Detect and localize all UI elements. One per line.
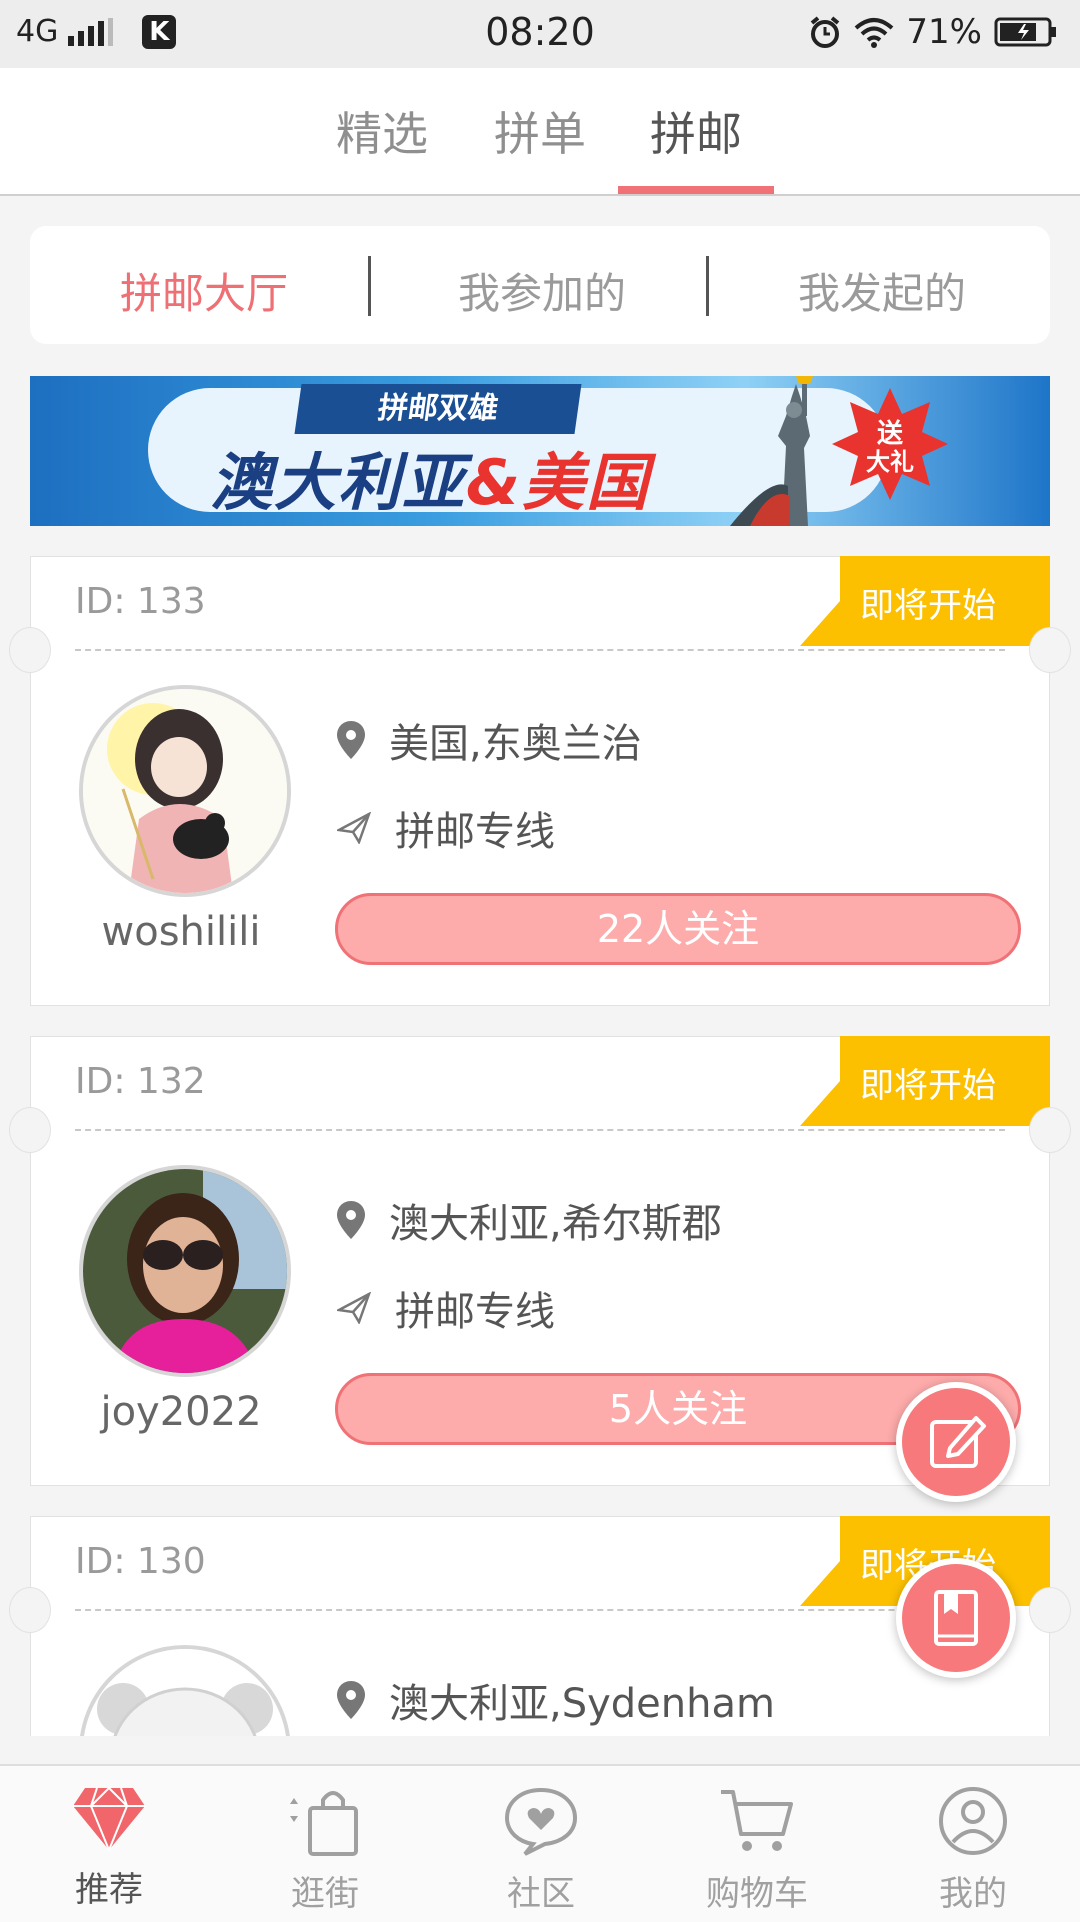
paper-plane-icon	[337, 1292, 371, 1324]
nav-label: 推荐	[75, 1870, 143, 1910]
location-row: 澳大利亚,希尔斯郡	[337, 1191, 722, 1249]
nav-community[interactable]: 社区	[466, 1786, 616, 1915]
card-id: ID: 133	[75, 581, 206, 622]
shopping-bag-icon	[290, 1791, 358, 1856]
avatar[interactable]	[79, 685, 291, 897]
location-row: 澳大利亚,Sydenham	[337, 1671, 775, 1729]
compose-fab[interactable]	[896, 1382, 1016, 1502]
username: woshilili	[101, 909, 261, 955]
shipping-line-row: 拼邮专线	[337, 1279, 555, 1337]
group-card[interactable]: ID: 132 即将开始 joy2022 澳大利亚,希尔斯郡 拼邮专线 5人关注	[9, 1036, 1071, 1486]
svg-text:大礼: 大礼	[866, 448, 914, 476]
chat-heart-icon	[504, 1787, 578, 1856]
location-pin-icon	[337, 721, 365, 759]
ticket-notch	[9, 1587, 51, 1633]
segment-divider	[706, 256, 709, 316]
ticket-notch	[1029, 1587, 1071, 1633]
group-card[interactable]: ID: 133 即将开始 woshilili 美国,东奥兰治 拼邮专线 22人关…	[9, 556, 1071, 1006]
ticket-notch	[1029, 1107, 1071, 1153]
avatar[interactable]	[79, 1645, 291, 1736]
nav-label: 社区	[507, 1874, 575, 1914]
card-id: ID: 130	[75, 1541, 206, 1582]
shipping-line-row: 拼邮专线	[337, 799, 555, 857]
location-pin-icon	[337, 1201, 365, 1239]
guide-fab[interactable]	[896, 1558, 1016, 1678]
segment-hall[interactable]: 拼邮大厅	[120, 260, 288, 321]
nav-label: 我的	[939, 1874, 1007, 1914]
dashed-divider	[75, 1129, 1005, 1131]
location-text: 澳大利亚,Sydenham	[389, 1681, 775, 1727]
avatar[interactable]	[79, 1165, 291, 1377]
cart-icon	[721, 1790, 793, 1851]
wifi-icon	[855, 18, 894, 48]
paper-plane-icon	[337, 812, 371, 844]
top-tab-bar: 精选 拼单 拼邮	[0, 68, 1080, 196]
ticket-notch	[9, 1107, 51, 1153]
gift-burst-icon: 送 大礼	[832, 388, 948, 500]
location-row: 美国,东奥兰治	[337, 711, 642, 769]
ticket-notch	[9, 627, 51, 673]
edit-icon	[930, 1416, 986, 1468]
status-right: 71%	[808, 12, 1058, 52]
location-text: 澳大利亚,希尔斯郡	[389, 1201, 722, 1247]
tab-featured[interactable]: 精选	[336, 98, 428, 164]
tab-group-shipping[interactable]: 拼邮	[650, 98, 742, 164]
user-icon	[939, 1787, 1007, 1855]
card-id: ID: 132	[75, 1061, 206, 1102]
bottom-nav: 推荐 逛街 社区 购物车 我的	[0, 1764, 1080, 1922]
tab-group-order[interactable]: 拼单	[494, 98, 586, 164]
nav-label: 购物车	[706, 1874, 808, 1914]
battery-percent: 71%	[906, 12, 982, 52]
username: joy2022	[100, 1389, 262, 1435]
location-pin-icon	[337, 1681, 365, 1719]
nav-label: 逛街	[291, 1874, 359, 1914]
shipping-line-text: 拼邮专线	[395, 809, 555, 855]
dashed-divider	[75, 649, 1005, 651]
location-text: 美国,东奥兰治	[389, 721, 642, 767]
nav-cart[interactable]: 购物车	[682, 1786, 832, 1915]
segment-divider	[368, 256, 371, 316]
status-badge: 即将开始	[800, 556, 1050, 646]
shipping-line-text: 拼邮专线	[395, 1289, 555, 1335]
book-icon	[934, 1590, 978, 1646]
banner-title: 澳大利亚&美国	[210, 446, 651, 519]
active-tab-indicator	[618, 186, 774, 194]
promo-banner[interactable]: 拼邮双雄 澳大利亚&美国 送 大礼	[30, 376, 1050, 526]
diamond-icon	[73, 1787, 145, 1853]
alarm-icon	[811, 16, 840, 48]
nav-recommend[interactable]: 推荐	[34, 1786, 184, 1911]
nav-shopping[interactable]: 逛街	[250, 1786, 400, 1915]
battery-icon	[994, 17, 1056, 47]
status-badge: 即将开始	[800, 1036, 1050, 1126]
segment-started[interactable]: 我发起的	[798, 260, 966, 321]
ticket-notch	[1029, 627, 1071, 673]
segment-control: 拼邮大厅 我参加的 我发起的	[30, 226, 1050, 344]
nav-me[interactable]: 我的	[898, 1786, 1048, 1915]
dashed-divider	[75, 1609, 1005, 1611]
follow-count-button[interactable]: 22人关注	[335, 893, 1021, 965]
banner-tag: 拼邮双雄	[294, 384, 582, 434]
status-bar: 4G K 08:20 71%	[0, 0, 1080, 68]
segment-joined[interactable]: 我参加的	[458, 260, 626, 321]
svg-text:送: 送	[877, 419, 903, 449]
